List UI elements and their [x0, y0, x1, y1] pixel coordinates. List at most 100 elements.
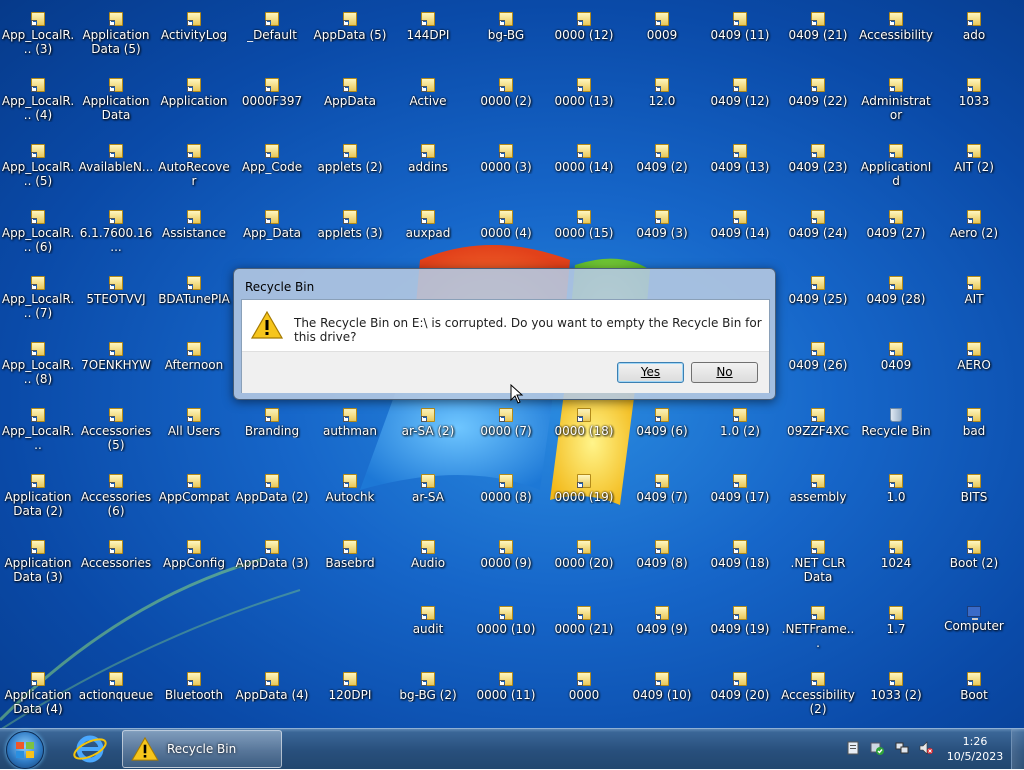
taskbar-clock[interactable]: 1:26 10/5/2023	[940, 734, 1010, 764]
desktop-icon[interactable]: 0409 (22)	[779, 72, 857, 134]
desktop-icon[interactable]: 0000 (7)	[467, 402, 545, 464]
desktop-icon[interactable]: 0000 (21)	[545, 600, 623, 662]
desktop-icon[interactable]: 6.1.7600.16...	[77, 204, 155, 266]
desktop-icon[interactable]: ar-SA	[389, 468, 467, 530]
desktop-icon[interactable]: applets (2)	[311, 138, 389, 200]
desktop-icon[interactable]: Accessibility (2)	[779, 666, 857, 728]
desktop-icon[interactable]: 09ZZF4XC	[779, 402, 857, 464]
desktop-icon[interactable]: Accessories (6)	[77, 468, 155, 530]
desktop-icon[interactable]: Bluetooth	[155, 666, 233, 728]
desktop-icon[interactable]: Administrator	[857, 72, 935, 134]
desktop-icon[interactable]: App_LocalR... (5)	[0, 138, 77, 200]
desktop-icon[interactable]: 0000 (11)	[467, 666, 545, 728]
desktop-icon[interactable]: App_LocalR... (6)	[0, 204, 77, 266]
desktop-icon[interactable]: 0409 (9)	[623, 600, 701, 662]
desktop-icon[interactable]: BDATunePIA	[155, 270, 233, 332]
desktop-icon[interactable]: 0409 (3)	[623, 204, 701, 266]
desktop-icon[interactable]: 0409	[857, 336, 935, 398]
desktop-icon[interactable]: applets (3)	[311, 204, 389, 266]
desktop-icon[interactable]: AppData	[311, 72, 389, 134]
desktop-icon[interactable]: 144DPI	[389, 6, 467, 68]
desktop-icon[interactable]: Accessibility	[857, 6, 935, 68]
desktop-icon[interactable]: 0000 (4)	[467, 204, 545, 266]
desktop-icon[interactable]: Audio	[389, 534, 467, 596]
desktop-icon[interactable]: bg-BG	[467, 6, 545, 68]
desktop-icon[interactable]: App_LocalR... (8)	[0, 336, 77, 398]
desktop-icon[interactable]: Basebrd	[311, 534, 389, 596]
desktop-icon[interactable]: 0000 (8)	[467, 468, 545, 530]
desktop-icon[interactable]: .NET CLR Data	[779, 534, 857, 596]
desktop-icon[interactable]: 0409 (10)	[623, 666, 701, 728]
desktop-icon[interactable]: _Default	[233, 6, 311, 68]
desktop-icon[interactable]: App_LocalR... (3)	[0, 6, 77, 68]
desktop-icon[interactable]: 0409 (25)	[779, 270, 857, 332]
desktop-icon[interactable]: 0000 (19)	[545, 468, 623, 530]
desktop-icon[interactable]: 0409 (27)	[857, 204, 935, 266]
desktop-icon[interactable]: 1033 (2)	[857, 666, 935, 728]
network-icon[interactable]	[895, 741, 909, 755]
desktop-icon[interactable]: App_Data	[233, 204, 311, 266]
desktop-icon[interactable]: App_LocalR... (7)	[0, 270, 77, 332]
desktop-icon[interactable]: Assistance	[155, 204, 233, 266]
desktop-icon[interactable]: Application Data (5)	[77, 6, 155, 68]
desktop-icon[interactable]: AppData (2)	[233, 468, 311, 530]
desktop-icon[interactable]: 0000 (20)	[545, 534, 623, 596]
desktop-icon[interactable]: audit	[389, 600, 467, 662]
desktop-icon[interactable]: AERO	[935, 336, 1013, 398]
desktop-icon[interactable]: 0409 (23)	[779, 138, 857, 200]
shield-check-icon[interactable]	[870, 741, 884, 755]
desktop-icon[interactable]: AIT (2)	[935, 138, 1013, 200]
desktop-icon[interactable]: 1.7	[857, 600, 935, 662]
desktop-icon[interactable]: 0409 (8)	[623, 534, 701, 596]
desktop-icon[interactable]: 0409 (24)	[779, 204, 857, 266]
desktop-icon[interactable]: App_LocalR... (4)	[0, 72, 77, 134]
desktop-icon[interactable]: 7OENKHYW	[77, 336, 155, 398]
desktop-icon[interactable]: 0000 (10)	[467, 600, 545, 662]
desktop-icon[interactable]: 0409 (17)	[701, 468, 779, 530]
volume-muted-icon[interactable]	[919, 741, 933, 755]
desktop-icon[interactable]: 1.0	[857, 468, 935, 530]
desktop-icon[interactable]: 0409 (7)	[623, 468, 701, 530]
yes-button[interactable]: Yes	[617, 362, 684, 383]
desktop-icon[interactable]: 0000 (9)	[467, 534, 545, 596]
desktop-icon[interactable]: AppData (3)	[233, 534, 311, 596]
desktop-icon[interactable]: 0409 (13)	[701, 138, 779, 200]
internet-explorer-icon[interactable]	[70, 731, 110, 767]
desktop-icon[interactable]: AutoRecover	[155, 138, 233, 200]
desktop-icon[interactable]: Application	[155, 72, 233, 134]
desktop-icon[interactable]: Application Data (4)	[0, 666, 77, 728]
desktop-icon[interactable]: 0409 (19)	[701, 600, 779, 662]
taskbar-item-recycle-bin[interactable]: Recycle Bin	[122, 730, 282, 768]
desktop-icon[interactable]: bg-BG (2)	[389, 666, 467, 728]
desktop-icon[interactable]: 12.0	[623, 72, 701, 134]
desktop-icon[interactable]: bad	[935, 402, 1013, 464]
desktop-icon[interactable]: .NETFrame...	[779, 600, 857, 662]
desktop-icon[interactable]: Aero (2)	[935, 204, 1013, 266]
desktop-icon[interactable]: App_Code	[233, 138, 311, 200]
desktop-icon[interactable]: 1024	[857, 534, 935, 596]
desktop-icon[interactable]: auxpad	[389, 204, 467, 266]
desktop-icon[interactable]: 0000 (2)	[467, 72, 545, 134]
desktop-icon[interactable]: 0000 (12)	[545, 6, 623, 68]
desktop-icon[interactable]: Accessories (5)	[77, 402, 155, 464]
desktop-icon[interactable]: 0000F397	[233, 72, 311, 134]
desktop-icon[interactable]: actionqueue	[77, 666, 155, 728]
desktop-icon[interactable]: 0409 (20)	[701, 666, 779, 728]
desktop-icon[interactable]: 0009	[623, 6, 701, 68]
desktop-icon[interactable]: 0409 (12)	[701, 72, 779, 134]
desktop-icon[interactable]: AvailableN...	[77, 138, 155, 200]
desktop-icon[interactable]: Boot (2)	[935, 534, 1013, 596]
desktop-icon[interactable]: 0409 (26)	[779, 336, 857, 398]
desktop-icon[interactable]: 0409 (18)	[701, 534, 779, 596]
desktop-icon[interactable]: 0000 (3)	[467, 138, 545, 200]
desktop-icon[interactable]: AIT	[935, 270, 1013, 332]
desktop-icon[interactable]: 0409 (6)	[623, 402, 701, 464]
desktop-icon[interactable]: AppCompat	[155, 468, 233, 530]
desktop-icon[interactable]: addins	[389, 138, 467, 200]
desktop-icon[interactable]: 0000 (14)	[545, 138, 623, 200]
desktop-icon[interactable]: assembly	[779, 468, 857, 530]
desktop-icon[interactable]: 0409 (14)	[701, 204, 779, 266]
desktop-icon[interactable]: All Users	[155, 402, 233, 464]
desktop-icon[interactable]: Active	[389, 72, 467, 134]
desktop-icon[interactable]: 5TEOTVVJ	[77, 270, 155, 332]
